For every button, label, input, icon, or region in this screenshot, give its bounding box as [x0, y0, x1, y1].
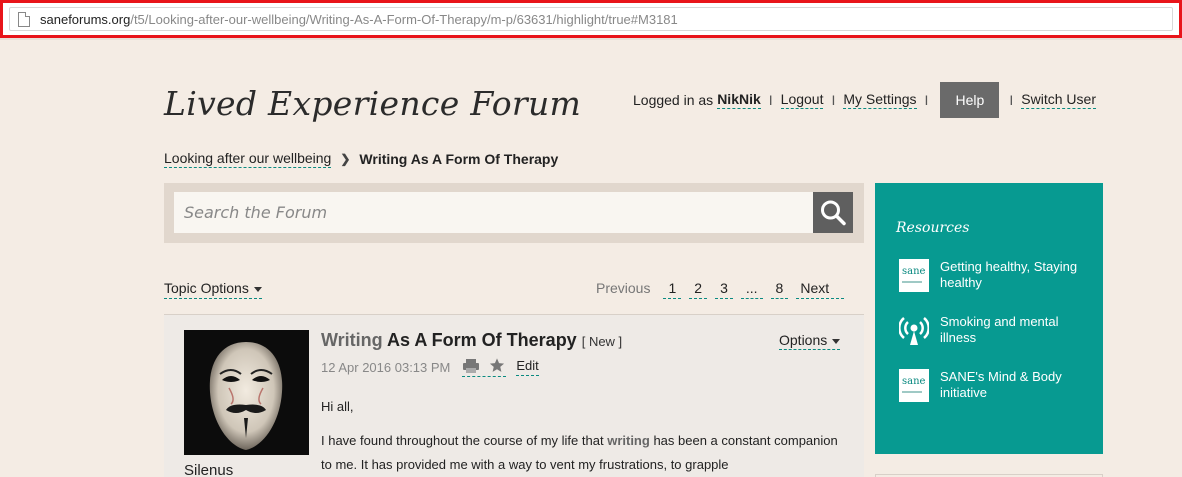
separator: I: [768, 92, 773, 108]
post-date: 12 Apr 2016 03:13 PM: [321, 359, 451, 375]
address-bar-highlight: saneforums.org/t5/Looking-after-our-well…: [0, 0, 1182, 38]
separator: I: [924, 92, 929, 108]
resource-item-mind-body[interactable]: sane SANE's Mind & Body initiative: [899, 369, 1099, 409]
search-button[interactable]: [813, 192, 853, 233]
resource-item-smoking[interactable]: Smoking and mental illness: [898, 314, 1099, 354]
resource-item-getting-healthy[interactable]: sane Getting healthy, Staying healthy: [899, 259, 1099, 299]
page-icon: [18, 12, 30, 27]
search-input[interactable]: Search the Forum: [174, 192, 814, 233]
post-actions: [462, 357, 507, 377]
post-meta: 12 Apr 2016 03:13 PM Edit: [321, 357, 539, 377]
broadcast-icon: [898, 314, 930, 347]
resource-label: Smoking and mental illness: [940, 314, 1059, 345]
page-top-strip: [0, 38, 1182, 40]
page-link-8[interactable]: 8: [770, 280, 789, 299]
logged-in-label: Logged in as: [633, 92, 714, 108]
breadcrumb-current: Writing As A Form Of Therapy: [359, 151, 559, 167]
breadcrumb: Looking after our wellbeing ❯ Writing As…: [164, 150, 558, 168]
page-link-3[interactable]: 3: [715, 280, 733, 299]
new-badge: [ New ]: [581, 334, 623, 349]
mask-avatar-image: [184, 330, 309, 455]
star-icon[interactable]: [488, 357, 506, 374]
post-greeting: Hi all,: [321, 399, 354, 414]
post-options-label: Options: [779, 332, 828, 348]
pagination: Previous 1 2 3 ... 8 Next: [596, 280, 845, 299]
url-path: /t5/Looking-after-our-wellbeing/Writing-…: [130, 12, 678, 27]
post-title-rest: As A Form Of Therapy: [387, 330, 577, 350]
sane-logo-text: sane: [902, 376, 926, 387]
username-link[interactable]: NikNik: [717, 91, 761, 109]
forum-title[interactable]: Lived Experience Forum: [164, 84, 581, 123]
sane-logo-icon: sane: [899, 259, 929, 292]
post-author[interactable]: Silenus: [184, 462, 233, 477]
caret-down-icon: [832, 338, 841, 344]
chevron-right-icon: ❯: [340, 152, 351, 166]
page-ellipsis[interactable]: ...: [740, 280, 763, 299]
url-host: saneforums.org: [40, 12, 131, 27]
sane-logo-icon: sane: [899, 369, 929, 402]
search-icon: [821, 200, 846, 226]
forum-post: Silenus Writing As A Form Of Therapy [ N…: [164, 315, 864, 477]
post-title: Writing As A Form Of Therapy [ New ]: [321, 330, 622, 351]
switch-user-link[interactable]: Switch User: [1021, 91, 1096, 109]
print-icon[interactable]: [462, 358, 480, 374]
page-link-2[interactable]: 2: [689, 280, 708, 299]
edit-link[interactable]: Edit: [516, 358, 539, 376]
post-title-highlight: Writing: [321, 330, 383, 350]
post-text: I have found throughout the course of my…: [321, 433, 604, 448]
url-text[interactable]: saneforums.org/t5/Looking-after-our-well…: [40, 12, 678, 27]
caret-down-icon: [253, 286, 262, 292]
address-bar[interactable]: saneforums.org/t5/Looking-after-our-well…: [9, 7, 1173, 31]
resource-label: SANE's Mind & Body initiative: [940, 369, 1062, 400]
separator: I: [831, 92, 836, 108]
my-settings-link[interactable]: My Settings: [843, 91, 917, 109]
topic-options-label: Topic Options: [164, 280, 249, 296]
breadcrumb-parent-link[interactable]: Looking after our wellbeing: [164, 150, 332, 168]
user-links: Logged in as NikNik I Logout I My Settin…: [633, 82, 1096, 118]
resource-label: Getting healthy, Staying healthy: [940, 259, 1078, 290]
topic-options-dropdown[interactable]: Topic Options: [164, 280, 262, 299]
separator: I: [1009, 92, 1014, 108]
post-options-dropdown[interactable]: Options: [779, 332, 841, 350]
page-link-1[interactable]: 1: [663, 280, 682, 299]
post-text-highlight: writing: [607, 433, 650, 448]
resources-title: Resources: [896, 220, 970, 236]
next-page-link[interactable]: Next: [796, 280, 845, 299]
resources-panel: Resources sane Getting healthy, Staying …: [875, 183, 1103, 454]
search-bar: Search the Forum: [164, 183, 864, 243]
previous-page-link: Previous: [596, 280, 651, 296]
help-button[interactable]: Help: [940, 82, 1000, 118]
post-body: Hi all, I have found throughout the cour…: [321, 395, 841, 477]
logout-link[interactable]: Logout: [780, 91, 824, 109]
post-paragraph: I have found throughout the course of my…: [321, 429, 841, 477]
sane-logo-text: sane: [902, 266, 926, 277]
avatar[interactable]: [184, 330, 309, 455]
